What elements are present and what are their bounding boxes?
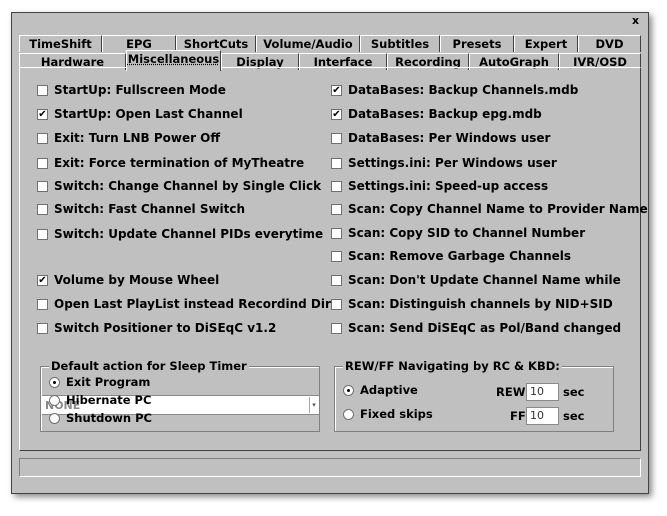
radio-hibernate-pc[interactable]: Hibernate PC [49,393,151,407]
radio-button[interactable] [49,394,60,406]
tab-miscellaneous[interactable]: Miscellaneous [126,50,221,71]
checkbox[interactable] [37,203,48,215]
option-db-per-user[interactable]: DataBases: Per Windows user [331,130,550,146]
checkbox[interactable] [37,132,48,144]
option-startup-fullscreen[interactable]: StartUp: Fullscreen Mode [37,82,226,98]
option-scan-dont-update-name[interactable]: Scan: Don't Update Channel Name while [331,272,621,288]
radio-fixed-skips[interactable]: Fixed skips [343,407,433,421]
checkbox[interactable] [37,180,48,192]
radio-button[interactable] [49,376,60,388]
tab-expert[interactable]: Expert [514,35,578,52]
checkbox[interactable] [331,180,342,192]
tab-volume-audio[interactable]: Volume/Audio [256,35,360,52]
checkbox[interactable] [331,298,342,310]
ff-label: FF [510,409,526,423]
option-scan-copy-sid[interactable]: Scan: Copy SID to Channel Number [331,225,585,241]
option-settings-per-user[interactable]: Settings.ini: Per Windows user [331,155,557,171]
options-window: x TimeShift EPG ShortCuts Volume/Audio S… [11,12,649,494]
radio-shutdown-pc[interactable]: Shutdown PC [49,411,152,425]
checkbox[interactable] [37,298,48,310]
checkbox[interactable] [37,157,48,169]
misc-options-panel: StartUp: Fullscreen Mode ✔ StartUp: Open … [19,67,648,451]
radio-button[interactable] [49,412,60,424]
tab-presets[interactable]: Presets [440,35,514,52]
option-db-backup-channels[interactable]: ✔ DataBases: Backup Channels.mdb [331,82,578,98]
ff-input[interactable]: 10 [526,407,559,425]
ff-unit: sec [563,409,585,423]
option-scan-distinguish-nid-sid[interactable]: Scan: Distinguish channels by NID+SID [331,296,613,312]
option-open-last-playlist[interactable]: Open Last PlayList instead Recordind Dir [37,296,331,312]
tab-timeshift[interactable]: TimeShift [19,35,102,52]
checkbox[interactable] [331,203,342,215]
rew-label: REW [496,385,526,399]
checkmark-icon[interactable]: ✔ [331,108,342,120]
option-scan-copy-name[interactable]: Scan: Copy Channel Name to Provider Name [331,201,648,217]
rew-unit: sec [563,385,585,399]
checkbox[interactable] [331,227,342,239]
checkbox[interactable] [37,322,48,334]
option-scan-send-diseqc[interactable]: Scan: Send DiSEqC as Pol/Band changed [331,320,621,336]
checkbox[interactable] [331,132,342,144]
option-exit-force-termination[interactable]: Exit: Force termination of MyTheatre [37,155,304,171]
option-db-backup-epg[interactable]: ✔ DataBases: Backup epg.mdb [331,106,542,122]
close-icon[interactable]: x [629,15,642,27]
option-scan-remove-garbage[interactable]: Scan: Remove Garbage Channels [331,248,571,264]
tab-subtitles[interactable]: Subtitles [360,35,440,52]
title-bar: x [12,13,648,31]
checkbox[interactable] [37,228,48,240]
checkbox[interactable] [37,84,48,96]
radio-adaptive[interactable]: Adaptive [343,383,418,397]
checkmark-icon[interactable]: ✔ [37,108,48,120]
checkbox[interactable] [331,250,342,262]
checkmark-icon[interactable]: ✔ [37,274,48,286]
sleep-timer-title: Default action for Sleep Timer [49,359,249,373]
tab-row-1: TimeShift EPG ShortCuts Volume/Audio Sub… [19,35,641,52]
option-settings-speedup[interactable]: Settings.ini: Speed-up access [331,178,548,194]
option-volume-mouse-wheel[interactable]: ✔ Volume by Mouse Wheel [37,272,219,288]
tab-dvd[interactable]: DVD [578,35,641,52]
checkbox[interactable] [331,157,342,169]
status-bar [19,458,641,477]
option-startup-open-last-channel[interactable]: ✔ StartUp: Open Last Channel [37,106,243,122]
option-switch-update-pids[interactable]: Switch: Update Channel PIDs everytime [37,226,323,242]
rew-input[interactable]: 10 [526,383,559,401]
rew-ff-group: REW/FF Navigating by RC & KBD: Adaptive … [334,359,614,432]
checkmark-icon[interactable]: ✔ [331,84,342,96]
checkbox[interactable] [331,322,342,334]
option-switch-positioner[interactable]: Switch Positioner to DiSEqC v1.2 [37,320,276,336]
radio-exit-program[interactable]: Exit Program [49,375,150,389]
option-switch-fast-channel[interactable]: Switch: Fast Channel Switch [37,201,245,217]
rew-ff-title: REW/FF Navigating by RC & KBD: [343,359,562,373]
option-switch-single-click[interactable]: Switch: Change Channel by Single Click [37,178,321,194]
sleep-timer-group: Default action for Sleep Timer Exit Prog… [40,359,320,432]
radio-button[interactable] [343,408,354,420]
checkbox[interactable] [331,274,342,286]
option-exit-lnb-power-off[interactable]: Exit: Turn LNB Power Off [37,130,220,146]
radio-button[interactable] [343,384,354,396]
